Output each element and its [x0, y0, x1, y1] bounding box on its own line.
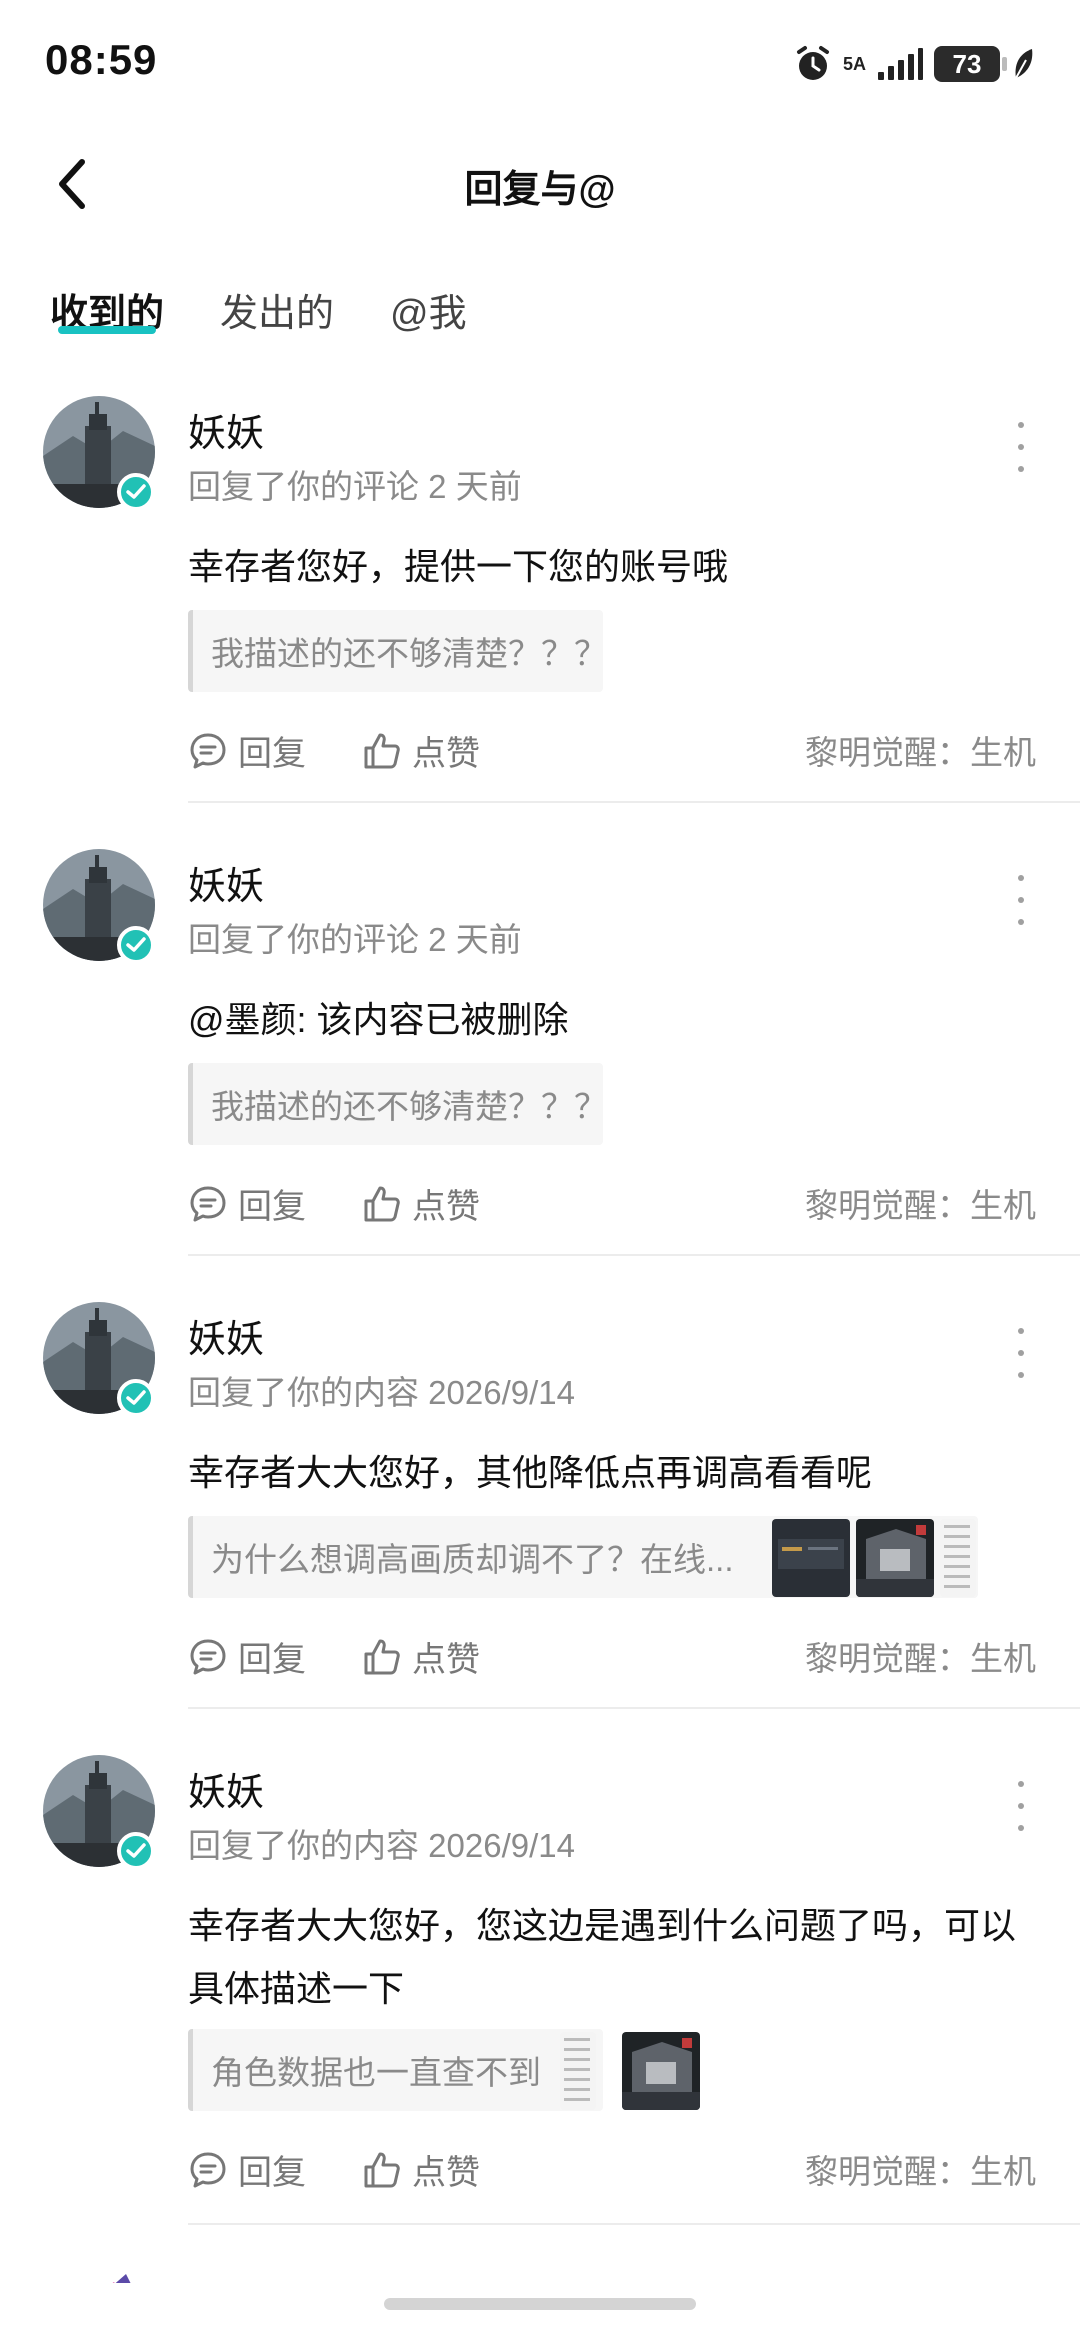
verified-badge-icon [117, 473, 155, 511]
thumbnail-image[interactable] [560, 2032, 596, 2110]
thumbs-up-icon [364, 1186, 400, 1221]
quoted-content[interactable]: 角色数据也一直查不到 [188, 2029, 603, 2111]
status-bar: 08:59 5A 73 [0, 0, 1080, 120]
notification-meta: 回复了你的内容 2026/9/14 [188, 1374, 575, 1411]
source-game-link[interactable]: 黎明觉醒：生机 [805, 1179, 1036, 1227]
verified-badge-icon [117, 926, 155, 964]
signal-icon [878, 48, 923, 80]
divider [188, 1707, 1080, 1709]
network-type: 5A [842, 54, 866, 74]
comment-icon [190, 1186, 226, 1221]
username[interactable]: 妖妖 [188, 402, 264, 457]
header: 回复与@ [0, 130, 1080, 240]
tab-bar: 收到的 发出的 @我 [0, 270, 1080, 350]
like-button[interactable]: 点赞 [362, 2145, 480, 2194]
notification-card: 妖妖 回复了你的内容 2026/9/14 幸存者大大您好，其他降低点再调高看看呢… [0, 1276, 1080, 1729]
notification-card: 妖妖 回复了你的评论 2 天前 @墨颜: 该内容已被删除 我描述的还不够清楚？？… [0, 823, 1080, 1276]
more-options-icon[interactable] [1006, 875, 1036, 925]
username[interactable]: 妖妖 [188, 1761, 264, 1816]
reply-content[interactable]: 幸存者大大您好，您这边是遇到什么问题了吗，可以具体描述一下 [188, 1894, 1050, 2020]
home-indicator[interactable] [384, 2298, 696, 2310]
reply-label: 回复 [238, 1188, 306, 1226]
notification-card: 妖妖 回复了你的内容 2026/9/14 幸存者大大您好，您这边是遇到什么问题了… [0, 1729, 1080, 2249]
notification-meta: 回复了你的评论 2 天前 [188, 921, 522, 958]
reply-content[interactable]: 幸存者您好，提供一下您的账号哦 [188, 535, 1048, 598]
divider [188, 801, 1080, 803]
like-label: 点赞 [412, 2154, 480, 2192]
reply-label: 回复 [238, 1641, 306, 1679]
reply-label: 回复 [238, 735, 306, 773]
action-bar: 回复 点赞 黎明觉醒：生机 [188, 1173, 1048, 1229]
quoted-content-text: 角色数据也一直查不到 [211, 2054, 541, 2091]
source-game-link[interactable]: 黎明觉醒：生机 [805, 1632, 1036, 1680]
battery-level: 73 [952, 48, 982, 79]
action-bar: 回复 点赞 黎明觉醒：生机 [188, 720, 1048, 776]
username[interactable]: 妖妖 [188, 1308, 264, 1363]
comment-icon [190, 1639, 226, 1674]
comment-icon [190, 2152, 226, 2187]
like-button[interactable]: 点赞 [362, 1632, 480, 1681]
reply-button[interactable]: 回复 [188, 726, 306, 775]
alarm-icon [796, 46, 829, 80]
thumbs-up-icon [364, 1639, 400, 1674]
reply-button[interactable]: 回复 [188, 2145, 306, 2194]
like-button[interactable]: 点赞 [362, 1179, 480, 1228]
battery-indicator: 73 [934, 46, 1007, 82]
thumbnail-image[interactable] [772, 1519, 850, 1597]
notification-meta: 回复了你的内容 2026/9/14 [188, 1827, 575, 1864]
action-bar: 回复 点赞 黎明觉醒：生机 [188, 2139, 1048, 2195]
quoted-comment[interactable]: 我描述的还不够清楚？？？ [188, 610, 603, 692]
reply-label: 回复 [238, 2154, 306, 2192]
leaf-icon [1015, 49, 1033, 79]
more-options-icon[interactable] [1006, 422, 1036, 472]
tab-mentions[interactable]: @我 [390, 282, 467, 337]
notification-meta: 回复了你的评论 2 天前 [188, 468, 522, 505]
reply-content[interactable]: 幸存者大大您好，其他降低点再调高看看呢 [188, 1441, 1048, 1504]
verified-badge-icon [117, 1832, 155, 1870]
divider [188, 2223, 1080, 2225]
action-bar: 回复 点赞 黎明觉醒：生机 [188, 1626, 1048, 1682]
like-button[interactable]: 点赞 [362, 726, 480, 775]
status-time: 08:59 [45, 36, 158, 83]
quoted-comment[interactable]: 我描述的还不够清楚？？？ [188, 1063, 603, 1145]
thumbnail-image[interactable] [856, 1519, 934, 1597]
status-icons: 5A 73 [793, 42, 1038, 86]
verified-badge-icon [117, 1379, 155, 1417]
tab-sent[interactable]: 发出的 [220, 282, 334, 337]
page-title: 回复与@ [464, 169, 616, 211]
username[interactable]: 妖妖 [188, 855, 264, 910]
reply-button[interactable]: 回复 [188, 1632, 306, 1681]
notification-card: 妖妖 回复了你的评论 2 天前 幸存者您好，提供一下您的账号哦 我描述的还不够清… [0, 370, 1080, 823]
comment-icon [190, 733, 226, 768]
thumbs-up-icon [364, 2152, 400, 2187]
like-label: 点赞 [412, 735, 480, 773]
thumbnail-image[interactable] [622, 2032, 700, 2110]
like-label: 点赞 [412, 1188, 480, 1226]
quoted-content-text: 为什么想调高画质却调不了？在线... [211, 1541, 734, 1578]
like-label: 点赞 [412, 1641, 480, 1679]
reply-content[interactable]: @墨颜: 该内容已被删除 [188, 988, 1048, 1051]
thumbnail-image[interactable] [940, 1519, 976, 1597]
more-options-icon[interactable] [1006, 1328, 1036, 1378]
reply-button[interactable]: 回复 [188, 1179, 306, 1228]
more-options-icon[interactable] [1006, 1781, 1036, 1831]
active-tab-indicator [58, 326, 156, 334]
source-game-link[interactable]: 黎明觉醒：生机 [805, 726, 1036, 774]
quoted-thumbnails [772, 1519, 976, 1597]
source-game-link[interactable]: 黎明觉醒：生机 [805, 2145, 1036, 2193]
quoted-thumbnails [560, 2032, 700, 2110]
thumbs-up-icon [364, 733, 400, 768]
divider [188, 1254, 1080, 1256]
